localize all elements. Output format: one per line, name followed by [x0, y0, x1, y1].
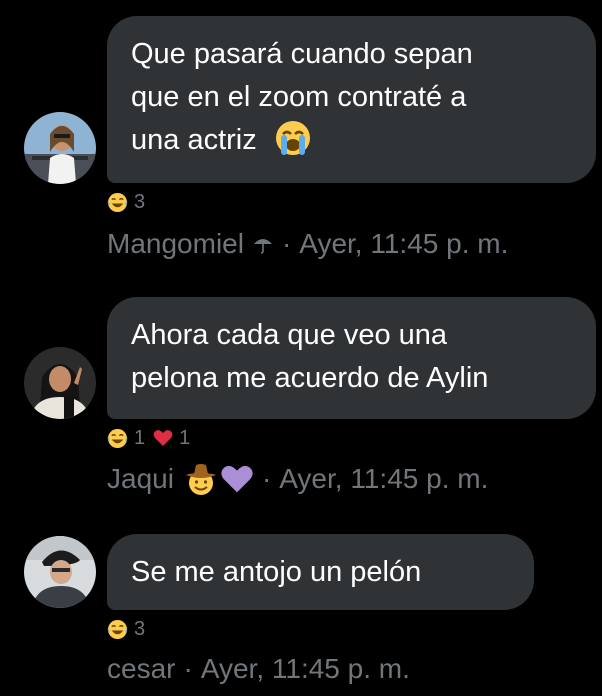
- message-line: una actriz: [131, 124, 257, 156]
- message-bubble[interactable]: Que pasará cuando sepan que en el zoom c…: [107, 16, 596, 183]
- red-heart-icon: [153, 430, 173, 446]
- loudly-crying-face-icon: [275, 121, 310, 156]
- reaction-count: 1: [134, 426, 146, 449]
- message-line: que en el zoom contraté a: [131, 81, 467, 113]
- cowboy-hat-face-icon: [185, 464, 216, 495]
- reactions-bar[interactable]: 1 1: [107, 426, 190, 450]
- author-name[interactable]: Mangomiel: [107, 228, 244, 260]
- timestamp: Ayer, 11:45 p. m.: [299, 228, 509, 259]
- face-with-tears-of-joy-icon: [107, 428, 128, 448]
- message-line: pelona me acuerdo de Aylin: [131, 362, 489, 394]
- reaction-count: 3: [134, 190, 146, 213]
- separator: ·: [183, 653, 193, 684]
- message-line: Se me antojo un pelón: [131, 556, 422, 588]
- face-with-tears-of-joy-icon: [107, 192, 128, 212]
- avatar-image: [24, 536, 96, 608]
- umbrella-icon: [253, 239, 272, 254]
- reaction-count: 3: [134, 617, 146, 640]
- avatar[interactable]: [24, 112, 96, 184]
- reaction-count: 1: [179, 426, 191, 449]
- message-bubble[interactable]: Se me antojo un pelón: [107, 534, 534, 610]
- avatar-image: [24, 347, 96, 419]
- face-with-tears-of-joy-icon: [107, 619, 128, 639]
- reactions-bar[interactable]: 3: [107, 190, 145, 214]
- message-meta: Jaqui · Ayer, 11:45 p. m.: [107, 461, 488, 497]
- reactions-bar[interactable]: 3: [107, 617, 145, 641]
- timestamp: Ayer, 11:45 p. m.: [200, 653, 410, 684]
- separator: ·: [281, 228, 292, 259]
- author-name[interactable]: cesar: [107, 653, 175, 685]
- author-name[interactable]: Jaqui: [107, 463, 174, 495]
- separator: ·: [261, 463, 272, 494]
- purple-heart-icon: [221, 465, 253, 493]
- timestamp: Ayer, 11:45 p. m.: [279, 463, 489, 494]
- message-meta: Mangomiel · Ayer, 11:45 p. m.: [107, 226, 508, 262]
- avatar[interactable]: [24, 347, 96, 419]
- avatar-image: [24, 112, 96, 184]
- message-line: Que pasará cuando sepan: [131, 38, 473, 70]
- message-meta: cesar · Ayer, 11:45 p. m.: [107, 651, 410, 687]
- message-bubble[interactable]: Ahora cada que veo una pelona me acuerdo…: [107, 297, 596, 419]
- avatar[interactable]: [24, 536, 96, 608]
- message-line: Ahora cada que veo una: [131, 319, 448, 351]
